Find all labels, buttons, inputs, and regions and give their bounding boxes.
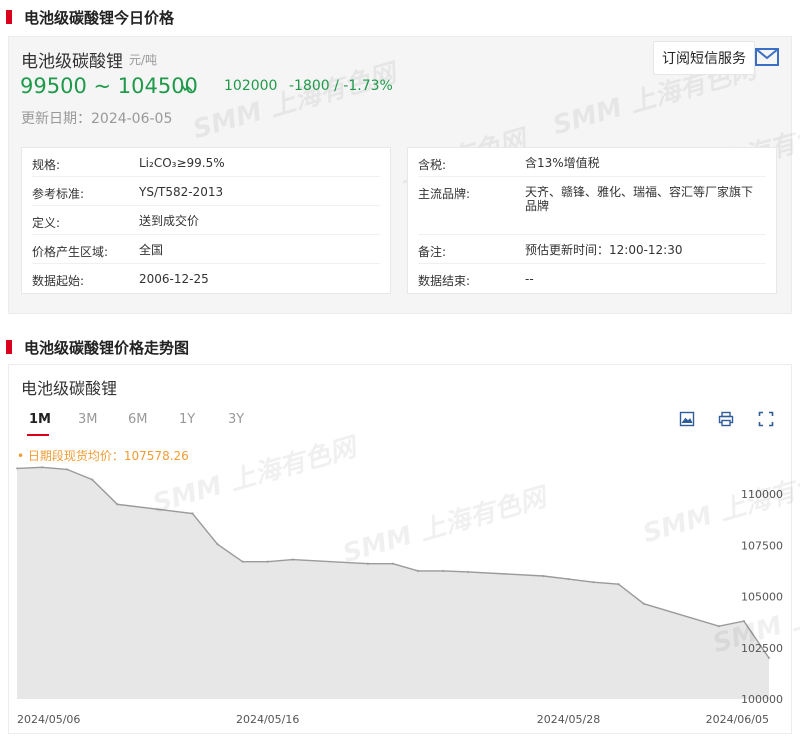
y-tick-label: 105000 (741, 591, 783, 604)
spec-row: 数据结束: -- (418, 264, 766, 294)
x-tick-label: 2024/06/05 (706, 713, 769, 726)
data-point (567, 577, 570, 581)
data-point (416, 569, 420, 573)
spec-row: 主流品牌: 天齐、赣锋、雅化、瑞福、容汇等厂家旗下品牌 (418, 177, 766, 235)
section-header-today-price: 电池级碳酸锂今日价格 (0, 0, 800, 34)
spec-value: 含13%增值税 (525, 156, 600, 170)
spec-table-left: 规格: Li₂CO₃≥99.5% 参考标准: YS/T582-2013 定义: … (21, 147, 391, 294)
chart-card: 电池级碳酸锂 1M 3M 6M 1Y 3Y 100000 102500 105000… (8, 364, 800, 734)
watermark: SMM 上海有色网 (189, 58, 400, 146)
average-price: 102000 (224, 78, 278, 94)
spec-value: YS/T582-2013 (139, 185, 224, 199)
price-range: 99500 ~ 104500 (20, 74, 198, 98)
spec-row: 定义: 送到成交价 (32, 206, 380, 235)
y-tick-label: 110000 (741, 488, 783, 501)
spec-table-right: 含税: 含13%增值税 主流品牌: 天齐、赣锋、雅化、瑞福、容汇等厂家旗下品牌 … (407, 147, 777, 294)
data-point (216, 543, 219, 546)
section-title: 电池级碳酸锂价格走势图 (24, 338, 190, 357)
data-point (241, 560, 244, 563)
spec-key: 定义: (32, 216, 61, 230)
section-title: 电池级碳酸锂今日价格 (24, 8, 175, 27)
data-point (542, 574, 545, 578)
data-point (91, 478, 94, 481)
y-tick-label: 102500 (741, 642, 783, 655)
data-point (15, 467, 19, 470)
spec-row: 参考标准: YS/T582-2013 (32, 177, 380, 206)
product-name: 电池级碳酸锂 (21, 52, 123, 72)
section-marker (6, 340, 12, 354)
period-average-label: • 日期段现货均价：107578.26 (17, 449, 189, 463)
spec-row: 含税: 含13%增值税 (418, 148, 766, 177)
spec-key: 数据起始: (32, 274, 85, 288)
x-tick-label: 2024/05/28 (537, 713, 600, 726)
y-tick-label: 107500 (741, 539, 783, 552)
spec-key: 价格产生区域: (32, 245, 109, 259)
data-point (617, 583, 620, 586)
spec-key: 参考标准: (32, 187, 85, 201)
data-point (742, 619, 746, 623)
spec-key: 数据结束: (418, 274, 471, 288)
spec-value: 天齐、赣锋、雅化、瑞福、容汇等厂家旗下品牌 (525, 185, 754, 213)
section-marker (6, 10, 12, 24)
data-point (441, 569, 445, 573)
mail-icon[interactable] (755, 46, 779, 68)
data-point (366, 562, 370, 565)
data-point (717, 625, 721, 628)
spec-row: 规格: Li₂CO₃≥99.5% (32, 148, 380, 177)
spec-key: 含税: (418, 158, 447, 172)
spec-value: 全国 (139, 243, 164, 257)
spec-row: 备注: 预估更新时间：12:00-12:30 (418, 235, 766, 264)
spec-value: -- (525, 272, 534, 286)
spec-value: Li₂CO₃≥99.5% (139, 156, 225, 170)
update-date: 更新日期：2024-06-05 (21, 111, 173, 127)
y-tick-label: 100000 (741, 693, 783, 706)
data-point (116, 503, 119, 506)
data-point (642, 602, 645, 605)
data-point (391, 562, 395, 565)
data-point (467, 570, 470, 574)
price-unit: 元/吨 (129, 53, 158, 67)
data-point (65, 468, 69, 471)
x-tick-label: 2024/05/06 (17, 713, 80, 726)
spec-row: 价格产生区域: 全国 (32, 235, 380, 264)
data-point (40, 466, 44, 469)
trend-down-icon (181, 84, 193, 92)
spec-value: 2006-12-25 (139, 272, 209, 286)
price-change: -1800 / -1.73% (289, 78, 393, 94)
spec-row: 数据起始: 2006-12-25 (32, 264, 380, 294)
data-point (291, 558, 294, 561)
section-header-price-trend: 电池级碳酸锂价格走势图 (0, 330, 800, 364)
spec-value: 送到成交价 (139, 214, 200, 228)
price-trend-chart: 100000 102500 105000 107500 110000 2024/05/06… (15, 466, 783, 726)
price-area (17, 467, 769, 699)
data-point (592, 581, 595, 584)
data-point (191, 512, 194, 515)
spec-value: 预估更新时间：12:00-12:30 (525, 243, 683, 257)
spec-key: 规格: (32, 158, 61, 172)
spec-key: 主流品牌: (418, 187, 471, 201)
price-panel: SMM 上海有色网 SMM 上海有色网 SMM 上海有色网 SMM 上海有色网 … (8, 36, 800, 314)
data-point (266, 560, 269, 563)
spec-key: 备注: (418, 245, 447, 259)
x-tick-label: 2024/05/16 (236, 713, 299, 726)
subscribe-sms-button[interactable]: 订阅短信服务 (653, 41, 755, 75)
data-point (767, 656, 771, 660)
